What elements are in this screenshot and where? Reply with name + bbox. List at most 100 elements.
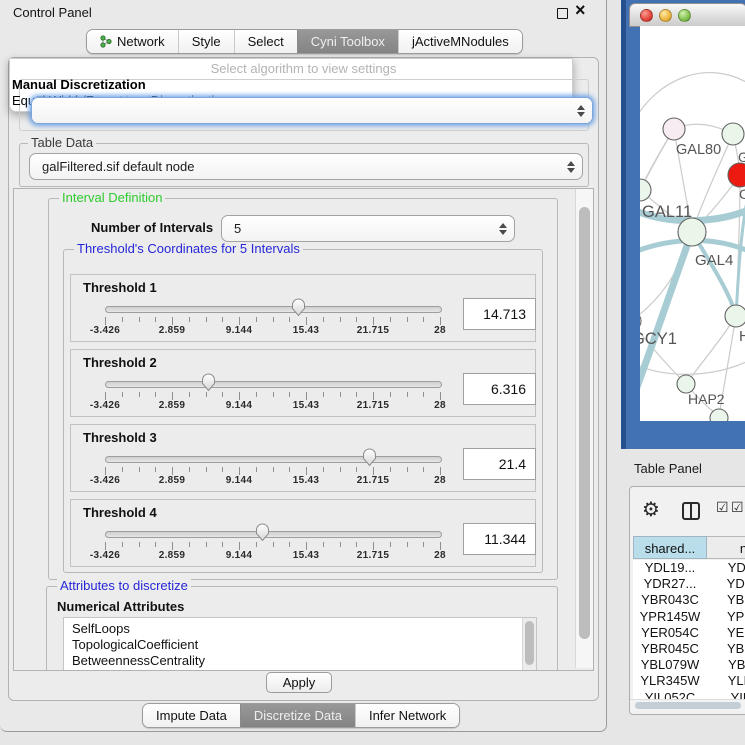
table-panel-toolbar: ⚙ ☑ ☑ [630,487,745,535]
checkbox-icon[interactable]: ☑ [716,499,729,516]
combo-stepper-icon[interactable] [499,223,507,235]
tab-label: Discretize Data [254,708,342,723]
network-node-label: GA [738,149,745,165]
attribute-list-item[interactable]: TopologicalCoefficient [64,637,536,653]
network-window-titlebar[interactable] [629,3,745,27]
tab-label: Style [192,34,221,49]
table-cell: YDL19... [633,560,707,576]
gear-icon[interactable]: ⚙ [642,497,660,522]
tab-infer-network[interactable]: Infer Network [355,704,459,727]
tick-label: -3.426 [90,325,120,336]
cyni-toolbox-panel: Discretization Algorithm Select algorith… [8,57,599,701]
network-node-label: GAL4 [695,252,733,269]
tab-network[interactable]: Network [87,30,178,53]
tab-impute-data[interactable]: Impute Data [143,704,240,727]
tick-label: 28 [434,475,446,486]
slider-track[interactable] [105,306,442,313]
settings-viewport: Interval Definition Number of Intervals … [13,188,594,671]
table-hscrollbar-thumb[interactable] [635,702,741,709]
tab-select[interactable]: Select [234,30,297,53]
table-cell: YLR345W [633,673,707,689]
network-node[interactable] [663,118,685,140]
number-of-intervals-label: Number of Intervals [91,220,213,235]
table-row[interactable]: YBL079WYBL0 [633,657,745,673]
network-canvas[interactable]: GAL80GACGAL11GAL4GCY1HHAP2 [640,26,745,421]
slider-ticks [105,392,441,401]
table-cell: YBR0 [707,641,745,657]
slider-track[interactable] [105,381,442,388]
threshold-value-field[interactable]: 14.713 [463,298,536,330]
number-of-intervals-combo[interactable]: 5 [221,215,515,242]
tick-label: 15.43 [293,550,320,561]
network-node[interactable] [678,218,706,246]
checkbox-icon[interactable]: ☑ [731,499,744,516]
table-cell: YBL0 [707,657,745,673]
network-node[interactable] [725,305,745,327]
column-header-shared-name[interactable]: shared... [633,536,707,559]
tick-label: 9.144 [226,475,253,486]
tab-jactivemnodules[interactable]: jActiveMNodules [398,30,522,53]
slider-thumb[interactable] [362,448,377,467]
column-header-name[interactable]: n [707,536,745,559]
threshold-value-field[interactable]: 21.4 [463,448,536,480]
table-row[interactable]: YDL19...YDL1 [633,560,745,576]
table-data-combo-value: galFiltered.sif default node [42,154,194,179]
table-cell: YDR27... [633,576,707,592]
list-scrollbar[interactable] [522,618,536,671]
threshold-value-field[interactable]: 6.316 [463,373,536,405]
tab-style[interactable]: Style [178,30,234,53]
network-node-label: GAL11 [642,203,692,221]
network-node-label: H [739,328,745,345]
slider-track[interactable] [105,456,442,463]
control-panel-window: Control Panel × Network Style Select Cyni T… [0,0,607,732]
popup-item-manual-discretization[interactable]: Manual Discretization [12,77,146,92]
table-row[interactable]: YIL052CYIL0 [633,690,745,700]
close-traffic-light-icon[interactable] [640,9,653,22]
table-row[interactable]: YDR27...YDR2 [633,576,745,592]
attribute-list-item[interactable]: BetweennessCentrality [64,653,536,669]
table-hscrollbar[interactable] [630,699,745,711]
slider-thumb[interactable] [291,298,306,317]
combo-stepper-icon[interactable] [567,161,575,173]
tab-discretize-data[interactable]: Discretize Data [240,704,355,727]
table-row[interactable]: YBR043CYBR0 [633,592,745,608]
table-row[interactable]: YPR145WYPR1 [633,609,745,625]
list-scrollbar-thumb[interactable] [525,621,534,665]
table-cell: YER0 [707,625,745,641]
zoom-traffic-light-icon[interactable] [678,9,691,22]
float-window-icon[interactable] [557,8,568,19]
tab-cyni-toolbox[interactable]: Cyni Toolbox [297,30,398,53]
tab-label: Select [248,34,284,49]
table-cell: YBR045C [633,641,707,657]
network-node[interactable] [728,163,745,187]
tick-label: 2.859 [159,550,186,561]
threshold-label: Threshold 1 [83,280,157,295]
apply-button[interactable]: Apply [266,672,332,693]
threshold-value-field[interactable]: 11.344 [463,523,536,555]
table-data-combo[interactable]: galFiltered.sif default node [29,153,583,180]
network-node[interactable] [722,123,744,145]
attributes-group: Attributes to discretize Numerical Attri… [46,586,558,671]
settings-scrollbar[interactable] [575,189,593,668]
table-cell: YIL052C [633,690,707,700]
combo-stepper-icon[interactable] [577,105,585,117]
window-title: Control Panel [13,5,92,20]
table-row[interactable]: YER054CYER0 [633,625,745,641]
network-icon [100,35,112,48]
table-cell: YBR0 [707,592,745,608]
threshold-block: Threshold 3-3.4262.8599.14415.4321.71528… [70,424,536,492]
slider-thumb[interactable] [255,523,270,542]
algorithm-combo[interactable] [31,97,593,124]
tick-label: 9.144 [226,550,253,561]
attribute-list-item[interactable]: SelfLoops [64,621,536,637]
tick-label: -3.426 [90,400,120,411]
network-graph[interactable]: GAL80GACGAL11GAL4GCY1HHAP2 [640,26,745,421]
settings-scrollbar-thumb[interactable] [579,207,590,639]
close-icon[interactable]: × [575,1,586,19]
minimize-traffic-light-icon[interactable] [659,9,672,22]
table-row[interactable]: YBR045CYBR0 [633,641,745,657]
slider-thumb[interactable] [201,373,216,392]
split-column-icon[interactable] [682,502,700,520]
table-row[interactable]: YLR345WYLR3 [633,673,745,689]
slider-track[interactable] [105,531,442,538]
